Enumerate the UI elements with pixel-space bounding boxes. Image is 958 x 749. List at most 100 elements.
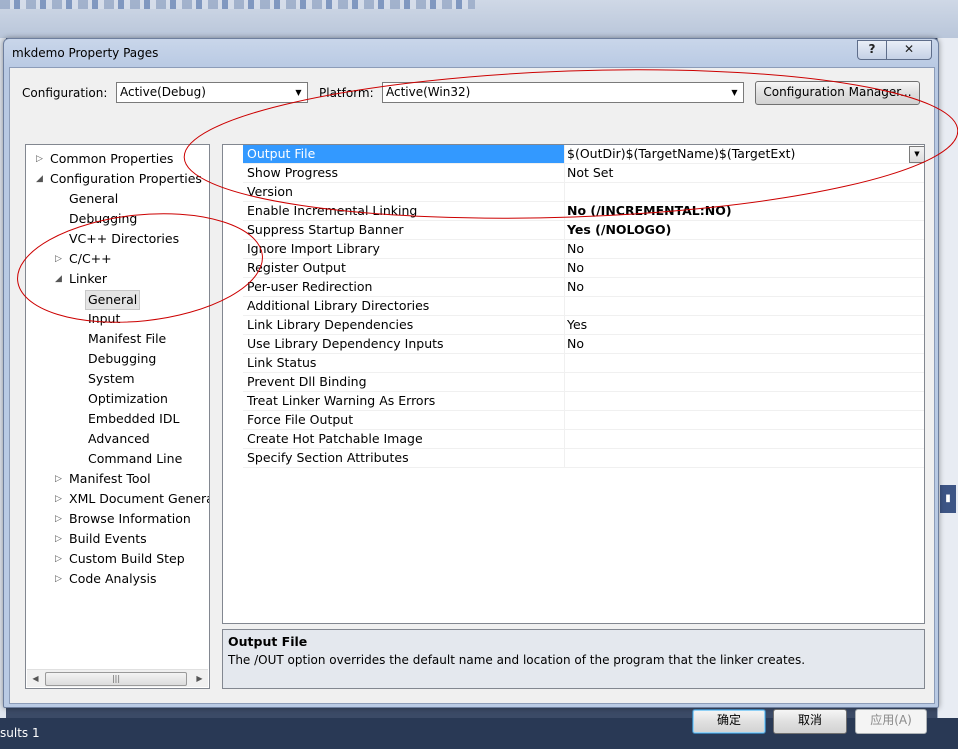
scroll-right-icon[interactable]: ▶ [191, 670, 208, 687]
row-gutter [223, 164, 243, 183]
tree-item[interactable]: Embedded IDL [26, 410, 209, 428]
property-value[interactable]: $(OutDir)$(TargetName)$(TargetExt) ▼ [565, 145, 924, 164]
apply-button[interactable]: 应用(A) [855, 709, 927, 734]
property-row[interactable]: Prevent Dll Binding [223, 373, 924, 392]
tree-item[interactable]: ▷ Build Events [26, 530, 209, 548]
tree-item[interactable]: General [26, 290, 209, 310]
tree-item[interactable]: Command Line [26, 450, 209, 468]
property-value[interactable] [565, 354, 924, 373]
collapsed-arrow-icon[interactable]: ▷ [55, 570, 65, 588]
row-gutter [223, 392, 243, 411]
property-value[interactable]: Yes [565, 316, 924, 335]
property-value[interactable] [565, 430, 924, 449]
property-value-text: Not Set [567, 165, 614, 180]
property-value[interactable]: No [565, 335, 924, 354]
collapsed-arrow-icon[interactable]: ▷ [55, 490, 65, 508]
platform-label: Platform: [319, 86, 374, 100]
property-row[interactable]: Register Output No [223, 259, 924, 278]
property-value[interactable] [565, 297, 924, 316]
collapsed-arrow-icon[interactable]: ▷ [55, 470, 65, 488]
property-row[interactable]: Use Library Dependency Inputs No [223, 335, 924, 354]
tree-item[interactable]: General [26, 190, 209, 208]
property-row[interactable]: Additional Library Directories [223, 297, 924, 316]
property-row[interactable]: Enable Incremental Linking No (/INCREMENT… [223, 202, 924, 221]
property-row[interactable]: Output File $(OutDir)$(TargetName)$(Targe… [223, 145, 924, 164]
property-row[interactable]: Treat Linker Warning As Errors [223, 392, 924, 411]
tree-item[interactable]: Debugging [26, 350, 209, 368]
ok-button[interactable]: 确定 [692, 709, 766, 734]
configuration-manager-button[interactable]: Configuration Manager... [755, 81, 920, 105]
property-row[interactable]: Force File Output [223, 411, 924, 430]
tree-item[interactable]: ▷ Manifest Tool [26, 470, 209, 488]
help-button[interactable]: ? [857, 40, 887, 60]
expanded-arrow-icon[interactable]: ◢ [36, 170, 46, 188]
tree-item[interactable]: ▷ C/C++ [26, 250, 209, 268]
collapsed-arrow-icon[interactable]: ▷ [55, 550, 65, 568]
property-value[interactable]: No [565, 259, 924, 278]
property-value[interactable] [565, 183, 924, 202]
property-name: Treat Linker Warning As Errors [243, 392, 565, 411]
property-row[interactable]: Link Status [223, 354, 924, 373]
property-value[interactable] [565, 392, 924, 411]
tree-item[interactable]: ◢ Configuration Properties [26, 170, 209, 188]
tree-item[interactable]: Debugging [26, 210, 209, 228]
property-value[interactable]: Not Set [565, 164, 924, 183]
property-name: Link Library Dependencies [243, 316, 565, 335]
property-row[interactable]: Per-user Redirection No [223, 278, 924, 297]
property-value[interactable]: No (/INCREMENTAL:NO) [565, 202, 924, 221]
property-name: Link Status [243, 354, 565, 373]
tree-item[interactable]: ▷ Custom Build Step [26, 550, 209, 568]
cancel-button[interactable]: 取消 [773, 709, 847, 734]
property-value[interactable] [565, 411, 924, 430]
tree-item-label: Configuration Properties [50, 171, 202, 186]
tree-item[interactable]: ◢ Linker [26, 270, 209, 288]
row-gutter [223, 145, 243, 164]
property-row[interactable]: Version [223, 183, 924, 202]
property-name: Per-user Redirection [243, 278, 565, 297]
property-row[interactable]: Suppress Startup Banner Yes (/NOLOGO) [223, 221, 924, 240]
collapsed-arrow-icon[interactable]: ▷ [55, 250, 65, 268]
scroll-left-icon[interactable]: ◀ [27, 670, 44, 687]
property-value[interactable] [565, 373, 924, 392]
pin-icon[interactable]: ▮ [940, 485, 956, 513]
tree-item[interactable]: Manifest File [26, 330, 209, 348]
property-name: Ignore Import Library [243, 240, 565, 259]
property-row[interactable]: Ignore Import Library No [223, 240, 924, 259]
property-pages-dialog: mkdemo Property Pages ? ✕ Configuration:… [3, 38, 939, 734]
tree-horizontal-scrollbar[interactable]: ◀ ||| ▶ [27, 669, 208, 687]
property-row[interactable]: Create Hot Patchable Image [223, 430, 924, 449]
property-grid[interactable]: Output File $(OutDir)$(TargetName)$(Targe… [222, 144, 925, 624]
property-value[interactable]: Yes (/NOLOGO) [565, 221, 924, 240]
ide-status-text: sults 1 [0, 726, 40, 740]
expanded-arrow-icon[interactable]: ◢ [55, 270, 65, 288]
collapsed-arrow-icon[interactable]: ▷ [55, 530, 65, 548]
tree-item[interactable]: Advanced [26, 430, 209, 448]
tree-item[interactable]: Input [26, 310, 209, 328]
tree-item[interactable]: ▷ Common Properties [26, 150, 209, 168]
row-gutter [223, 354, 243, 373]
property-name: Suppress Startup Banner [243, 221, 565, 240]
tree-item[interactable]: ▷ XML Document Generat [26, 490, 209, 508]
property-row[interactable]: Show Progress Not Set [223, 164, 924, 183]
property-row[interactable]: Specify Section Attributes [223, 449, 924, 468]
collapsed-arrow-icon[interactable]: ▷ [55, 510, 65, 528]
platform-combo[interactable]: Active(Win32) ▼ [382, 82, 744, 103]
property-value[interactable]: No [565, 240, 924, 259]
collapsed-arrow-icon[interactable]: ▷ [36, 150, 46, 168]
tree-item[interactable]: ▷ Browse Information [26, 510, 209, 528]
property-tree[interactable]: ▷ Common Properties ◢ Configuration Propert… [25, 144, 210, 689]
row-gutter [223, 278, 243, 297]
property-value[interactable] [565, 449, 924, 468]
property-value[interactable]: No [565, 278, 924, 297]
close-button[interactable]: ✕ [886, 40, 932, 60]
property-value-text: Yes (/NOLOGO) [567, 222, 672, 237]
tree-item[interactable]: ▷ Code Analysis [26, 570, 209, 588]
configuration-combo[interactable]: Active(Debug) ▼ [116, 82, 308, 103]
tree-item[interactable]: VC++ Directories [26, 230, 209, 248]
property-row[interactable]: Link Library Dependencies Yes [223, 316, 924, 335]
tree-item[interactable]: Optimization [26, 390, 209, 408]
tree-item[interactable]: System [26, 370, 209, 388]
chevron-down-icon[interactable]: ▼ [909, 146, 924, 163]
scrollbar-thumb[interactable]: ||| [45, 672, 187, 686]
tree-item-label: General [69, 191, 119, 206]
